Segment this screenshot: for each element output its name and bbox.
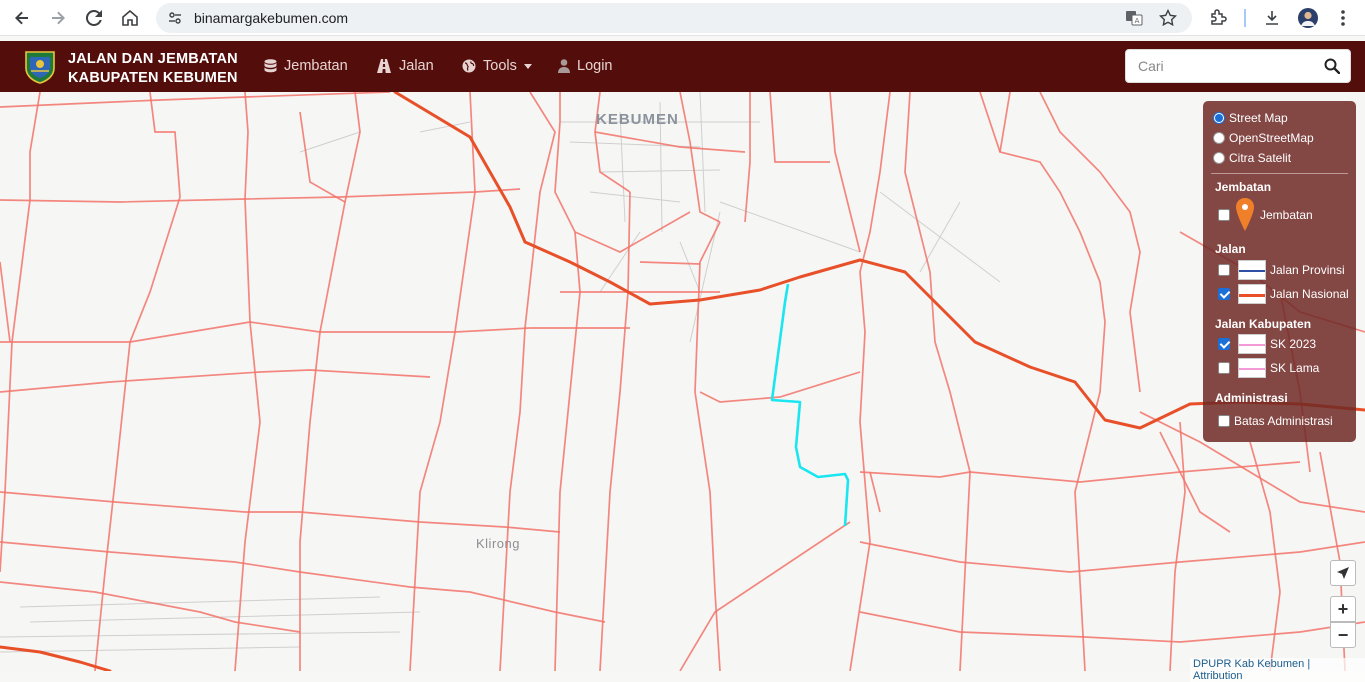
brand-line-2: KABUPATEN KEBUMEN — [68, 70, 238, 86]
layer-jalan-nasional-label: Jalan Nasional — [1270, 287, 1349, 301]
location-arrow-icon — [1337, 567, 1349, 579]
administrasi-heading: Administrasi — [1215, 391, 1288, 405]
layer-batas-administrasi-label: Batas Administrasi — [1234, 414, 1333, 428]
checkbox-sk-2023[interactable] — [1218, 338, 1230, 350]
basemap-openstreetmap[interactable]: OpenStreetMap — [1213, 131, 1314, 145]
locate-button[interactable] — [1330, 560, 1356, 586]
nav-login-label: Login — [577, 58, 613, 74]
brand-title[interactable]: JALAN DAN JEMBATAN KABUPATEN KEBUMEN — [68, 50, 238, 88]
zoom-out-button[interactable]: − — [1330, 622, 1356, 648]
radio-openstreetmap[interactable] — [1213, 132, 1225, 144]
nav-login[interactable]: Login — [558, 58, 612, 74]
place-label-klirong: Klirong — [476, 536, 520, 551]
layer-jembatan[interactable]: Jembatan — [1218, 197, 1313, 233]
reload-icon[interactable] — [82, 6, 106, 30]
search-box — [1125, 49, 1351, 83]
map-attribution: DPUPR Kab Kebumen | Attribution — [1190, 658, 1365, 682]
basemap-openstreetmap-label: OpenStreetMap — [1229, 131, 1314, 145]
browser-toolbar: binamargakebumen.com A — [0, 0, 1365, 36]
layer-jalan-provinsi[interactable]: Jalan Provinsi — [1218, 260, 1345, 280]
attribution-owner[interactable]: DPUPR Kab Kebumen — [1193, 658, 1304, 670]
layer-sk-2023-label: SK 2023 — [1270, 337, 1317, 351]
back-icon[interactable] — [10, 6, 34, 30]
radio-street-map[interactable] — [1213, 112, 1225, 124]
road-icon — [377, 59, 391, 73]
jembatan-heading: Jembatan — [1215, 180, 1272, 194]
nav-jalan[interactable]: Jalan — [376, 58, 434, 74]
layer-jembatan-label: Jembatan — [1260, 208, 1313, 222]
database-icon — [264, 59, 277, 73]
profile-avatar[interactable] — [1296, 6, 1320, 30]
search-input[interactable] — [1126, 50, 1316, 82]
nav-tools-dropdown[interactable]: Tools — [462, 58, 532, 74]
place-label-kebumen: KEBUMEN — [596, 111, 679, 128]
caret-down-icon — [523, 63, 532, 69]
extensions-icon[interactable] — [1206, 6, 1230, 30]
map-canvas[interactable]: KEBUMEN Klirong — [0, 92, 1365, 671]
sk2023-road[interactable] — [770, 283, 850, 527]
checkbox-jembatan[interactable] — [1218, 209, 1230, 221]
panel-divider — [1211, 173, 1348, 174]
translate-icon[interactable]: A — [1122, 6, 1146, 30]
basemap-citra-satelit[interactable]: Citra Satelit — [1213, 151, 1291, 165]
download-icon[interactable] — [1260, 6, 1284, 30]
legend-swatch-nasional — [1238, 284, 1266, 304]
layer-sk-2023[interactable]: SK 2023 — [1218, 334, 1316, 354]
jalan-heading: Jalan — [1215, 242, 1246, 256]
address-bar[interactable]: binamargakebumen.com A — [156, 3, 1192, 33]
layer-sk-lama-label: SK Lama — [1270, 361, 1320, 375]
radio-citra-satelit[interactable] — [1213, 152, 1225, 164]
layer-batas-administrasi[interactable]: Batas Administrasi — [1218, 414, 1333, 428]
legend-swatch-provinsi — [1238, 260, 1266, 280]
map-marker-icon — [1236, 198, 1254, 231]
nav-jembatan-label: Jembatan — [284, 58, 348, 74]
road-network — [0, 92, 1365, 671]
basemap-citra-satelit-label: Citra Satelit — [1229, 151, 1292, 165]
svg-text:A: A — [1135, 17, 1140, 25]
checkbox-batas-administrasi[interactable] — [1218, 415, 1230, 427]
legend-swatch-sk-2023 — [1238, 334, 1266, 354]
bookmark-star-icon[interactable] — [1156, 6, 1180, 30]
layer-control-panel: Street Map OpenStreetMap Citra Satelit J… — [1203, 101, 1356, 442]
globe-icon — [462, 59, 476, 73]
checkbox-jalan-provinsi[interactable] — [1218, 264, 1230, 276]
brand-line-1: JALAN DAN JEMBATAN — [68, 51, 238, 67]
menu-dots-icon[interactable] — [1331, 6, 1355, 30]
user-icon — [558, 59, 570, 73]
layer-sk-lama[interactable]: SK Lama — [1218, 358, 1319, 378]
basemap-street-map-label: Street Map — [1229, 111, 1288, 125]
attribution-link[interactable]: Attribution — [1193, 670, 1243, 682]
checkbox-sk-lama[interactable] — [1218, 362, 1230, 374]
nav-jembatan[interactable]: Jembatan — [264, 58, 348, 74]
kebumen-logo[interactable] — [22, 49, 58, 85]
attribution-separator: | — [1304, 658, 1311, 670]
kabupaten-heading: Jalan Kabupaten — [1215, 317, 1312, 331]
forward-icon[interactable] — [46, 6, 70, 30]
layer-jalan-provinsi-label: Jalan Provinsi — [1270, 263, 1345, 277]
toolbar-divider — [1244, 9, 1246, 27]
checkbox-jalan-nasional[interactable] — [1218, 288, 1230, 300]
layer-jalan-nasional[interactable]: Jalan Nasional — [1218, 284, 1349, 304]
nav-tools-label: Tools — [483, 58, 517, 74]
legend-swatch-sk-lama — [1238, 358, 1266, 378]
url-text: binamargakebumen.com — [194, 10, 349, 26]
zoom-in-button[interactable]: + — [1330, 596, 1356, 622]
search-icon[interactable] — [1324, 58, 1340, 74]
home-icon[interactable] — [118, 6, 142, 30]
basemap-street-map[interactable]: Street Map — [1213, 111, 1288, 125]
nav-jalan-label: Jalan — [399, 58, 434, 74]
site-info-icon[interactable] — [167, 10, 183, 26]
app-navbar: JALAN DAN JEMBATAN KABUPATEN KEBUMEN Jem… — [0, 41, 1365, 92]
